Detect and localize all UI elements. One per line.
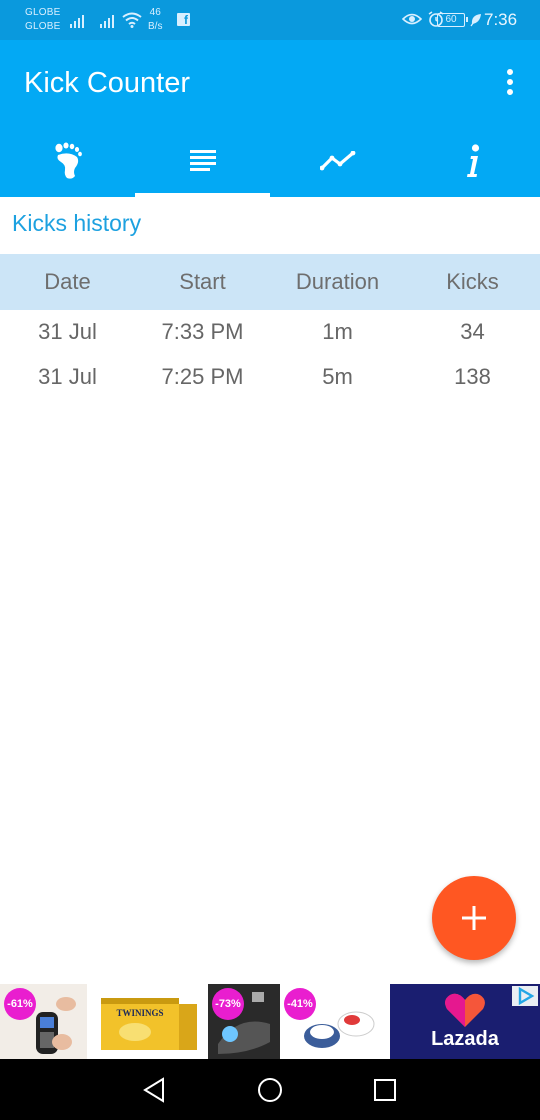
tab-info[interactable] [405, 125, 540, 197]
chart-icon [319, 151, 355, 171]
ad-product-gadget[interactable]: -73% [208, 984, 280, 1059]
add-session-button[interactable] [432, 876, 516, 960]
info-icon [466, 144, 479, 177]
home-icon[interactable] [257, 1077, 283, 1103]
row-start: 7:25 PM [161, 364, 244, 389]
ad-product-tea[interactable]: TWININGS [87, 984, 208, 1059]
discount-badge: -73% [212, 988, 244, 1020]
signal-icon [100, 12, 114, 28]
navigation-bar [0, 1059, 540, 1120]
row-start: 7:33 PM [161, 319, 244, 344]
row-duration: 5m [322, 364, 353, 389]
row-date: 31 Jul [38, 319, 97, 344]
tab-history[interactable] [135, 125, 270, 197]
tea-box-image [101, 998, 197, 1050]
tab-kicks[interactable] [0, 125, 135, 197]
section-title: Kicks history [12, 210, 142, 236]
heart-logo-icon [445, 993, 485, 1027]
menu-dot [507, 69, 513, 75]
ad-product-phone[interactable]: -61% [0, 984, 87, 1059]
status-time: 7:36 [484, 10, 518, 29]
leaf-icon [470, 14, 481, 27]
table-row[interactable]: 31 Jul 7:25 PM 5m 138 [0, 355, 540, 399]
column-header-start: Start [179, 269, 226, 294]
back-icon[interactable] [142, 1077, 166, 1103]
battery-icon: 60 [437, 13, 468, 27]
lazada-brand[interactable]: Lazada [390, 984, 540, 1059]
network-speed: 46 B/s [148, 6, 162, 34]
speed-value: 46 [149, 7, 161, 18]
discount-badge: -41% [284, 988, 316, 1020]
plus-icon [462, 906, 486, 930]
carrier-2: GLOBE [25, 21, 61, 32]
recents-icon[interactable] [373, 1078, 397, 1102]
facebook-icon: f [177, 13, 190, 27]
eye-icon [402, 13, 422, 25]
status-bar: GLOBE GLOBE 46 B/s f 60 7:36 [0, 0, 540, 40]
table-header: Date Start Duration Kicks [0, 254, 540, 310]
ad-banner[interactable]: -61% TWININGS -73% -41% Lazada [0, 984, 540, 1059]
ad-choices-icon[interactable] [512, 986, 538, 1006]
speed-unit: B/s [148, 21, 163, 32]
discount-badge: -61% [4, 988, 36, 1020]
tab-bar [0, 125, 540, 197]
app-bar: Kick Counter [0, 40, 540, 197]
foot-icon [54, 142, 82, 179]
row-kicks: 34 [460, 319, 485, 344]
row-duration: 1m [322, 319, 353, 344]
table-row[interactable]: 31 Jul 7:33 PM 1m 34 [0, 310, 540, 354]
app-title: Kick Counter [24, 67, 191, 99]
ad-product-label: TWININGS [116, 1008, 164, 1018]
column-header-kicks: Kicks [446, 269, 499, 294]
overflow-menu-button[interactable] [494, 64, 526, 100]
list-icon [189, 150, 216, 171]
menu-dot [507, 79, 513, 85]
wifi-icon [122, 12, 142, 28]
row-kicks: 138 [454, 364, 491, 389]
carrier-labels: GLOBE GLOBE [25, 6, 60, 34]
carrier-1: GLOBE [25, 7, 61, 18]
menu-dot [507, 89, 513, 95]
lazada-label: Lazada [431, 1028, 499, 1050]
column-header-date: Date [44, 269, 91, 294]
ad-product-shoes[interactable]: -41% [280, 984, 390, 1059]
tab-charts[interactable] [270, 125, 405, 197]
column-header-duration: Duration [295, 269, 380, 294]
row-date: 31 Jul [38, 364, 97, 389]
signal-icon [70, 12, 84, 28]
ad-choices-triangle [518, 986, 535, 1006]
